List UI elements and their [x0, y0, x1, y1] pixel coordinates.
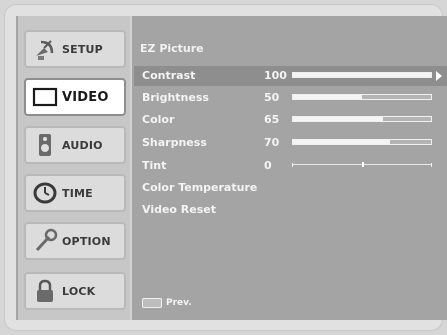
contrast-slider[interactable] — [292, 72, 432, 78]
menu-item-ez-picture[interactable]: EZ Picture — [140, 42, 204, 55]
row-label: Color — [142, 113, 175, 126]
tv-screen-icon — [32, 87, 58, 107]
slider-fill — [293, 140, 390, 144]
menu-row-brightness[interactable]: Brightness 50 — [134, 88, 447, 108]
speaker-icon — [39, 134, 51, 156]
row-value: 65 — [264, 113, 280, 126]
video-menu-panel: EZ Picture Contrast 100 Brightness 50 Co… — [134, 16, 447, 320]
row-value: 0 — [264, 159, 272, 172]
osd-menu: SETUP VIDEO AUDIO TIME OPTION LOCK EZ Pi… — [16, 16, 447, 320]
sidebar-item-label: LOCK — [62, 284, 96, 298]
menu-row-color[interactable]: Color 65 — [134, 110, 447, 130]
footer-hint: Prev. — [142, 296, 192, 310]
row-label: Brightness — [142, 91, 209, 104]
menu-key-icon — [142, 298, 162, 308]
row-label: Video Reset — [142, 203, 217, 216]
sidebar-item-label: OPTION — [62, 234, 111, 248]
menu-row-tint[interactable]: Tint 0 — [134, 156, 447, 176]
sidebar-item-time[interactable]: TIME — [24, 174, 126, 212]
row-value: 100 — [264, 69, 287, 82]
row-label: Contrast — [142, 69, 196, 82]
footer-prev-label: Prev. — [166, 298, 192, 308]
arrow-right-icon — [436, 71, 442, 81]
slider-fill — [293, 95, 362, 99]
sidebar-item-label: AUDIO — [62, 138, 103, 152]
brightness-slider[interactable] — [292, 94, 432, 100]
slider-fill — [293, 117, 383, 121]
menu-row-sharpness[interactable]: Sharpness 70 — [134, 133, 447, 153]
slider-fill — [293, 73, 431, 77]
sidebar-item-label: SETUP — [62, 42, 103, 56]
sidebar-item-option[interactable]: OPTION — [24, 222, 126, 260]
sidebar-item-lock[interactable]: LOCK — [24, 272, 126, 310]
menu-row-video-reset[interactable]: Video Reset — [134, 200, 447, 220]
color-slider[interactable] — [292, 116, 432, 122]
tint-center-marker — [362, 162, 364, 167]
row-value: 50 — [264, 91, 280, 104]
menu-row-contrast[interactable]: Contrast 100 — [134, 66, 447, 86]
clock-icon — [33, 182, 57, 204]
menu-row-color-temperature[interactable]: Color Temperature — [134, 178, 447, 198]
row-label: Tint — [142, 159, 167, 172]
sidebar-item-label: VIDEO — [62, 89, 109, 105]
row-label: Color Temperature — [142, 181, 258, 194]
sidebar: SETUP VIDEO AUDIO TIME OPTION LOCK — [18, 16, 130, 320]
sidebar-item-label: TIME — [62, 186, 93, 200]
wrench-icon — [35, 228, 58, 252]
satellite-dish-icon — [36, 40, 54, 60]
sidebar-item-audio[interactable]: AUDIO — [24, 126, 126, 164]
padlock-icon — [37, 279, 53, 302]
sidebar-item-setup[interactable]: SETUP — [24, 30, 126, 68]
sidebar-item-video[interactable]: VIDEO — [24, 78, 126, 116]
row-label: Sharpness — [142, 136, 207, 149]
row-value: 70 — [264, 136, 280, 149]
sharpness-slider[interactable] — [292, 139, 432, 145]
divider — [130, 16, 132, 320]
tint-slider[interactable] — [292, 162, 432, 167]
